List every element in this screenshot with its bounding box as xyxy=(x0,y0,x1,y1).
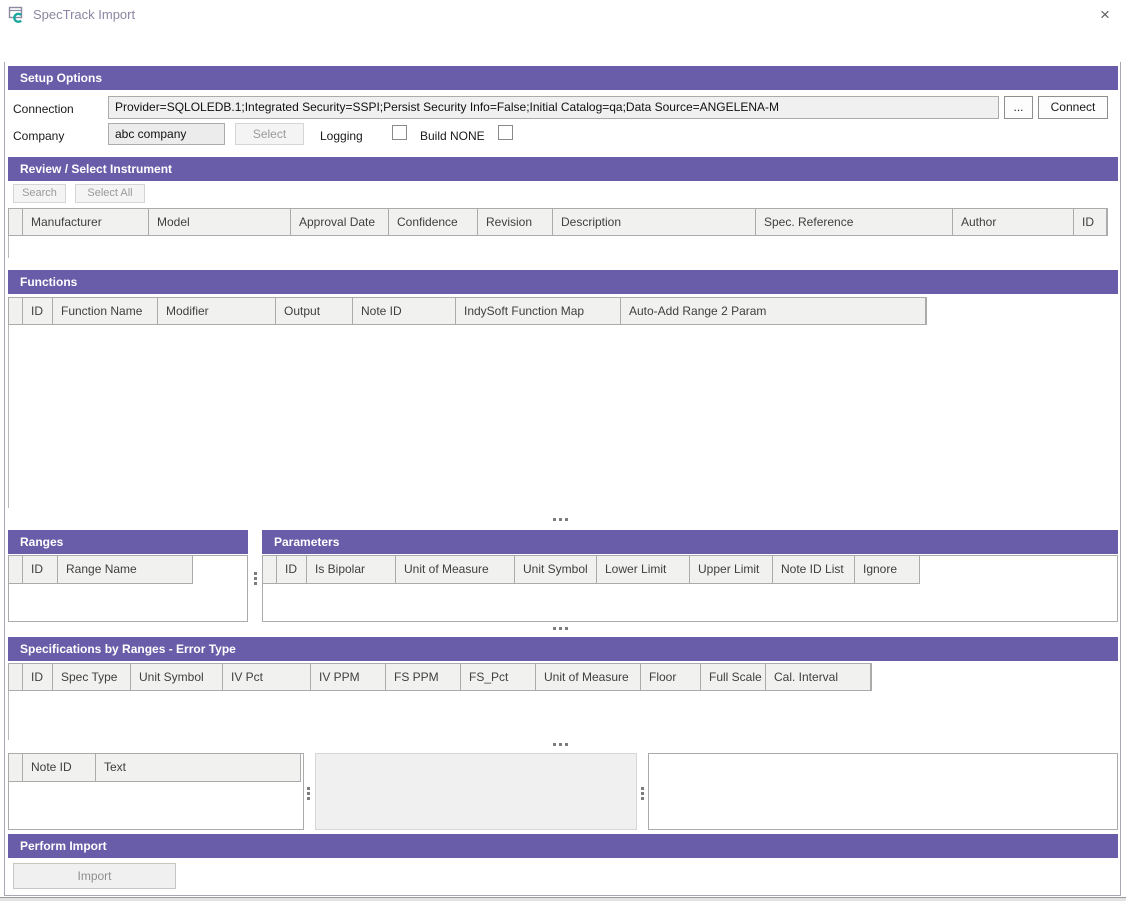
horizontal-splitter-handle[interactable] xyxy=(553,627,568,630)
select-company-button[interactable]: Select xyxy=(235,123,304,145)
build-none-label: Build NONE xyxy=(420,129,485,143)
note-text-panel[interactable] xyxy=(648,753,1118,830)
column-header[interactable]: Auto-Add Range 2 Param xyxy=(621,298,926,324)
column-header[interactable]: ID xyxy=(23,664,53,690)
company-input[interactable]: abc company xyxy=(108,123,225,145)
section-header-functions: Functions xyxy=(8,270,1118,294)
column-header[interactable]: ID xyxy=(277,556,307,584)
column-header[interactable]: Floor xyxy=(641,664,701,690)
column-header[interactable]: Unit of Measure xyxy=(396,556,515,584)
column-header[interactable]: IV PPM xyxy=(311,664,386,690)
row-selector-header xyxy=(9,556,23,584)
functions-table-body[interactable] xyxy=(8,325,1105,508)
column-header[interactable]: Output xyxy=(276,298,353,324)
column-header[interactable]: Author xyxy=(953,209,1074,235)
column-header[interactable]: Full Scale xyxy=(701,664,766,690)
ranges-table-header: IDRange Name xyxy=(9,556,247,584)
column-header[interactable]: FS_Pct xyxy=(461,664,536,690)
instruments-table-body[interactable] xyxy=(8,236,1105,258)
parameters-table[interactable]: IDIs BipolarUnit of MeasureUnit SymbolLo… xyxy=(262,555,1118,622)
column-header[interactable]: Range Name xyxy=(58,556,193,584)
specifications-table-header: IDSpec TypeUnit SymbolIV PctIV PPMFS PPM… xyxy=(8,663,872,691)
column-header[interactable]: ID xyxy=(23,556,58,584)
window-shadow xyxy=(0,898,1126,901)
vertical-splitter-handle[interactable] xyxy=(307,787,310,800)
company-label: Company xyxy=(13,129,64,143)
column-header[interactable]: Note ID xyxy=(353,298,456,324)
browse-button[interactable]: ... xyxy=(1004,96,1033,119)
column-header[interactable]: Note ID xyxy=(23,754,96,782)
column-header[interactable]: Model xyxy=(149,209,291,235)
vertical-splitter-handle[interactable] xyxy=(641,787,644,800)
vertical-splitter-handle[interactable] xyxy=(254,572,257,585)
tab-strip: Import Split Spec. by Modifier xyxy=(0,28,1126,62)
row-selector-header xyxy=(9,754,23,782)
column-header[interactable]: Spec Type xyxy=(53,664,131,690)
column-header[interactable]: IV Pct xyxy=(223,664,311,690)
row-selector-header xyxy=(9,209,23,235)
logging-label: Logging xyxy=(320,129,363,143)
title-bar: SpecTrack Import × xyxy=(0,0,1126,28)
column-header[interactable]: Unit Symbol xyxy=(131,664,223,690)
row-selector-header xyxy=(9,298,23,324)
section-header-review-select-instrument: Review / Select Instrument xyxy=(8,157,1118,181)
notes-table-header: Note IDText xyxy=(9,754,303,782)
import-button[interactable]: Import xyxy=(13,863,176,889)
column-header[interactable]: FS PPM xyxy=(386,664,461,690)
search-button[interactable]: Search xyxy=(13,184,66,203)
column-header[interactable]: Manufacturer xyxy=(23,209,149,235)
column-header[interactable]: Confidence xyxy=(389,209,478,235)
section-header-perform-import: Perform Import xyxy=(8,834,1118,858)
column-header[interactable]: Note ID List xyxy=(773,556,855,584)
section-header-specifications: Specifications by Ranges - Error Type xyxy=(8,637,1118,661)
column-header[interactable]: Unit Symbol xyxy=(515,556,597,584)
build-none-checkbox[interactable] xyxy=(498,125,513,140)
close-icon[interactable]: × xyxy=(1090,3,1120,27)
logging-checkbox[interactable] xyxy=(392,125,407,140)
column-header[interactable]: Text xyxy=(96,754,301,782)
column-header[interactable]: ID xyxy=(23,298,53,324)
functions-table-header: IDFunction NameModifierOutputNote IDIndy… xyxy=(8,297,927,325)
column-header[interactable]: Approval Date xyxy=(291,209,389,235)
column-header[interactable]: Is Bipolar xyxy=(307,556,396,584)
column-header[interactable]: ID xyxy=(1074,209,1107,235)
column-header[interactable]: Modifier xyxy=(158,298,276,324)
column-header[interactable]: Upper Limit xyxy=(690,556,773,584)
section-header-parameters: Parameters xyxy=(262,530,1118,554)
window-title: SpecTrack Import xyxy=(33,6,135,23)
column-header[interactable]: Description xyxy=(553,209,756,235)
connection-input[interactable]: Provider=SQLOLEDB.1;Integrated Security=… xyxy=(108,96,999,119)
select-all-button[interactable]: Select All xyxy=(75,184,145,203)
row-selector-header xyxy=(9,664,23,690)
ranges-table[interactable]: IDRange Name xyxy=(8,555,248,622)
column-header[interactable]: Unit of Measure xyxy=(536,664,641,690)
container-border-left xyxy=(4,62,5,896)
container-border-bottom xyxy=(4,895,1121,896)
instruments-table-header: ManufacturerModelApproval DateConfidence… xyxy=(8,208,1108,236)
app-icon xyxy=(8,6,25,23)
column-header[interactable]: Ignore xyxy=(855,556,920,584)
notes-table[interactable]: Note IDText xyxy=(8,753,304,830)
container-border-right xyxy=(1120,62,1121,896)
section-header-ranges: Ranges xyxy=(8,530,248,554)
row-selector-header xyxy=(263,556,277,584)
connect-button[interactable]: Connect xyxy=(1038,96,1108,119)
column-header[interactable]: Revision xyxy=(478,209,553,235)
connection-label: Connection xyxy=(13,102,74,116)
parameters-table-header: IDIs BipolarUnit of MeasureUnit SymbolLo… xyxy=(263,556,1117,584)
column-header[interactable]: Lower Limit xyxy=(597,556,690,584)
horizontal-splitter-handle[interactable] xyxy=(553,518,568,521)
section-header-setup-options: Setup Options xyxy=(8,66,1118,90)
note-detail-panel[interactable] xyxy=(315,753,637,830)
horizontal-splitter-handle[interactable] xyxy=(553,743,568,746)
column-header[interactable]: Spec. Reference xyxy=(756,209,953,235)
column-header[interactable]: IndySoft Function Map xyxy=(456,298,621,324)
specifications-table-body[interactable] xyxy=(8,691,1105,740)
column-header[interactable]: Function Name xyxy=(53,298,158,324)
column-header[interactable]: Cal. Interval xyxy=(766,664,871,690)
